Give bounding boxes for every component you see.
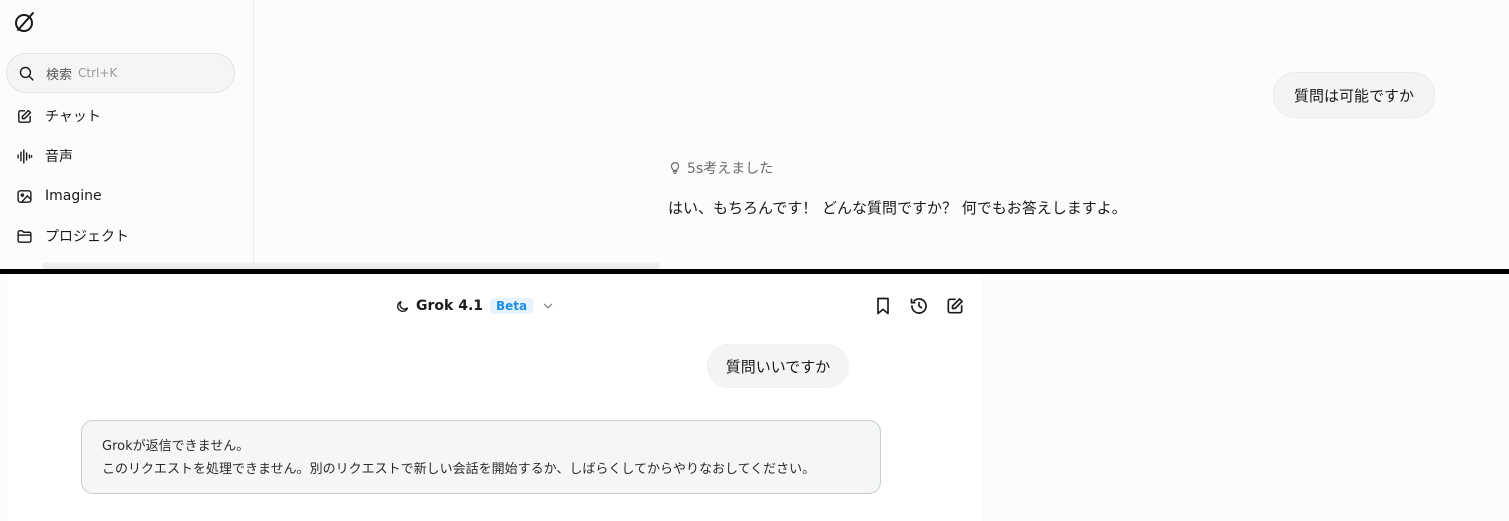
search-placeholder: 検索 bbox=[46, 67, 73, 83]
sidebar-item-chat[interactable]: チャット bbox=[16, 104, 101, 128]
bottom-screenshot-panel: Grok 4.1 Beta 質問いいですか Grokが返信できません。 このリク… bbox=[0, 274, 1509, 521]
user-message-bubble: 質問は可能ですか bbox=[1273, 72, 1435, 118]
new-chat-icon[interactable] bbox=[945, 296, 965, 316]
thinking-status[interactable]: 5s考えました bbox=[668, 157, 773, 179]
sidebar-item-label: 音声 bbox=[45, 149, 73, 165]
search-input[interactable]: 検索 Ctrl+K bbox=[6, 53, 235, 93]
sidebar-item-label: チャット bbox=[45, 109, 101, 125]
folder-icon bbox=[17, 229, 32, 243]
sidebar-item-label: Imagine bbox=[45, 188, 102, 204]
waveform-icon bbox=[17, 148, 33, 164]
scroll-fade bbox=[42, 262, 660, 269]
lightbulb-icon bbox=[670, 162, 680, 174]
search-icon bbox=[19, 66, 34, 81]
history-icon[interactable] bbox=[909, 296, 929, 316]
error-body: このリクエストを処理できません。別のリクエストで新しい会話を開始するか、しばらく… bbox=[102, 462, 816, 477]
error-title: Grokが返信できません。 bbox=[102, 439, 250, 454]
search-shortcut: Ctrl+K bbox=[78, 66, 118, 80]
error-message: Grokが返信できません。 このリクエストを処理できません。別のリクエストで新し… bbox=[81, 420, 881, 494]
chat-area: Grok 4.1 Beta 質問いいですか Grokが返信できません。 このリク… bbox=[8, 274, 982, 521]
moon-icon bbox=[397, 300, 409, 312]
sidebar-item-projects[interactable]: プロジェクト bbox=[16, 224, 129, 248]
assistant-message: はい、もちろんです！ どんな質問ですか？ 何でもお答えしますよ。 bbox=[668, 199, 1127, 217]
grok-logo-icon[interactable] bbox=[12, 9, 38, 35]
bookmark-icon[interactable] bbox=[873, 296, 893, 316]
image-icon bbox=[17, 189, 32, 203]
model-name: Grok 4.1 bbox=[416, 298, 483, 314]
sidebar: 検索 Ctrl+K チャット 音声 Imagine プロジェクト bbox=[0, 0, 254, 269]
top-screenshot-panel: 検索 Ctrl+K チャット 音声 Imagine プロジェクト 質問は可能です… bbox=[0, 0, 1509, 269]
sidebar-item-label: プロジェクト bbox=[45, 229, 129, 245]
user-message-bubble: 質問いいですか bbox=[707, 344, 849, 388]
thinking-label: 5s考えました bbox=[687, 161, 774, 177]
sidebar-item-imagine[interactable]: Imagine bbox=[16, 184, 102, 208]
model-selector[interactable]: Grok 4.1 Beta bbox=[395, 295, 555, 317]
chevron-down-icon bbox=[544, 303, 553, 309]
pencil-square-icon bbox=[18, 109, 32, 123]
beta-badge: Beta bbox=[490, 298, 534, 314]
sidebar-item-voice[interactable]: 音声 bbox=[16, 144, 73, 168]
